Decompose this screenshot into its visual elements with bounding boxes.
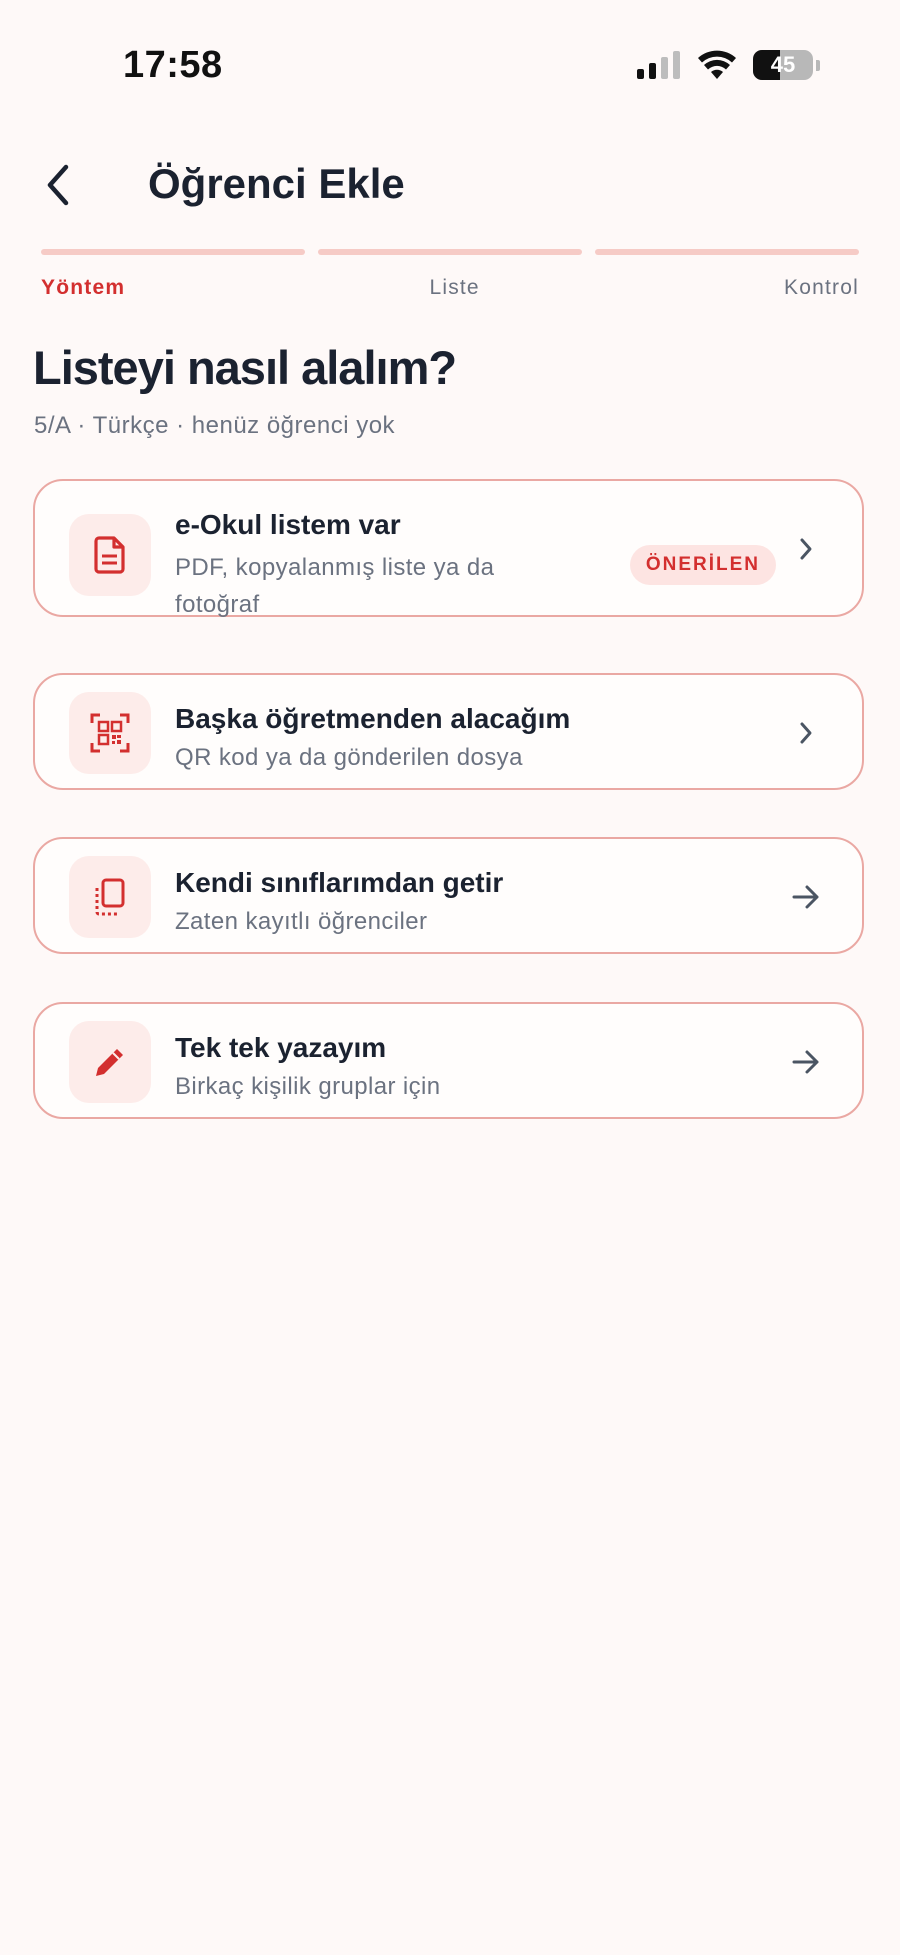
status-icons: 45	[637, 48, 820, 82]
option-icon-box	[69, 1021, 151, 1103]
main-heading: Listeyi nasıl alalım?	[33, 341, 457, 394]
option-title: Başka öğretmenden alacağım	[175, 703, 571, 734]
option-action	[790, 1046, 822, 1078]
status-time: 17:58	[123, 44, 223, 86]
arrow-right-icon	[792, 1050, 819, 1074]
option-action	[790, 881, 822, 913]
battery-icon: 45	[753, 50, 813, 80]
option-title: Kendi sınıflarımdan getir	[175, 867, 504, 898]
option-from-teacher[interactable]: Başka öğretmenden alacağım QR kod ya da …	[33, 673, 864, 790]
progress-stepper	[41, 249, 859, 255]
screen: 17:58 45 Öğrenci Ekle Yöntem Liste Kontr…	[0, 0, 900, 1955]
option-description: Birkaç kişilik gruplar için	[175, 1073, 441, 1100]
option-icon-box	[69, 514, 151, 596]
wifi-icon	[698, 50, 736, 79]
step-labels: Yöntem Liste Kontrol	[41, 276, 859, 300]
pencil-icon	[96, 1049, 123, 1076]
class-info: 5/A · Türkçe · henüz öğrenci yok	[34, 412, 396, 439]
step-label-yontem: Yöntem	[41, 276, 126, 299]
step-bar-3	[595, 249, 859, 255]
battery-level: 45	[770, 52, 796, 77]
page-title: Öğrenci Ekle	[148, 160, 405, 207]
option-eokul-list[interactable]: e-Okul listem var PDF, kopyalanmış liste…	[33, 479, 864, 618]
option-title: e-Okul listem var	[175, 509, 401, 540]
option-title: Tek tek yazayım	[175, 1032, 387, 1063]
option-description: QR kod ya da gönderilen dosya	[175, 744, 523, 771]
step-label-liste: Liste	[429, 276, 480, 299]
step-label-kontrol: Kontrol	[784, 276, 859, 299]
step-bar-2	[318, 249, 582, 255]
back-button[interactable]	[34, 155, 82, 215]
recommended-badge: ÖNERİLEN	[629, 545, 776, 585]
option-my-classes[interactable]: Kendi sınıflarımdan getir Zaten kayıtlı …	[33, 837, 864, 954]
arrow-right-icon	[792, 885, 819, 909]
signal-icon	[637, 51, 680, 79]
option-description: PDF, kopyalanmış liste ya da fotoğraf	[175, 554, 495, 618]
option-description: Zaten kayıtlı öğrenciler	[175, 908, 428, 935]
chevron-left-icon	[47, 164, 69, 206]
battery-nub	[816, 59, 820, 71]
option-action	[790, 533, 822, 565]
chevron-right-icon	[800, 538, 812, 560]
chevron-right-icon	[800, 722, 812, 744]
option-icon-box	[69, 692, 151, 774]
option-manual-entry[interactable]: Tek tek yazayım Birkaç kişilik gruplar i…	[33, 1002, 864, 1119]
copy-icon	[95, 878, 125, 916]
step-bar-1	[41, 249, 305, 255]
document-icon	[94, 536, 125, 574]
qr-code-icon	[90, 713, 130, 753]
option-icon-box	[69, 856, 151, 938]
option-action	[790, 717, 822, 749]
